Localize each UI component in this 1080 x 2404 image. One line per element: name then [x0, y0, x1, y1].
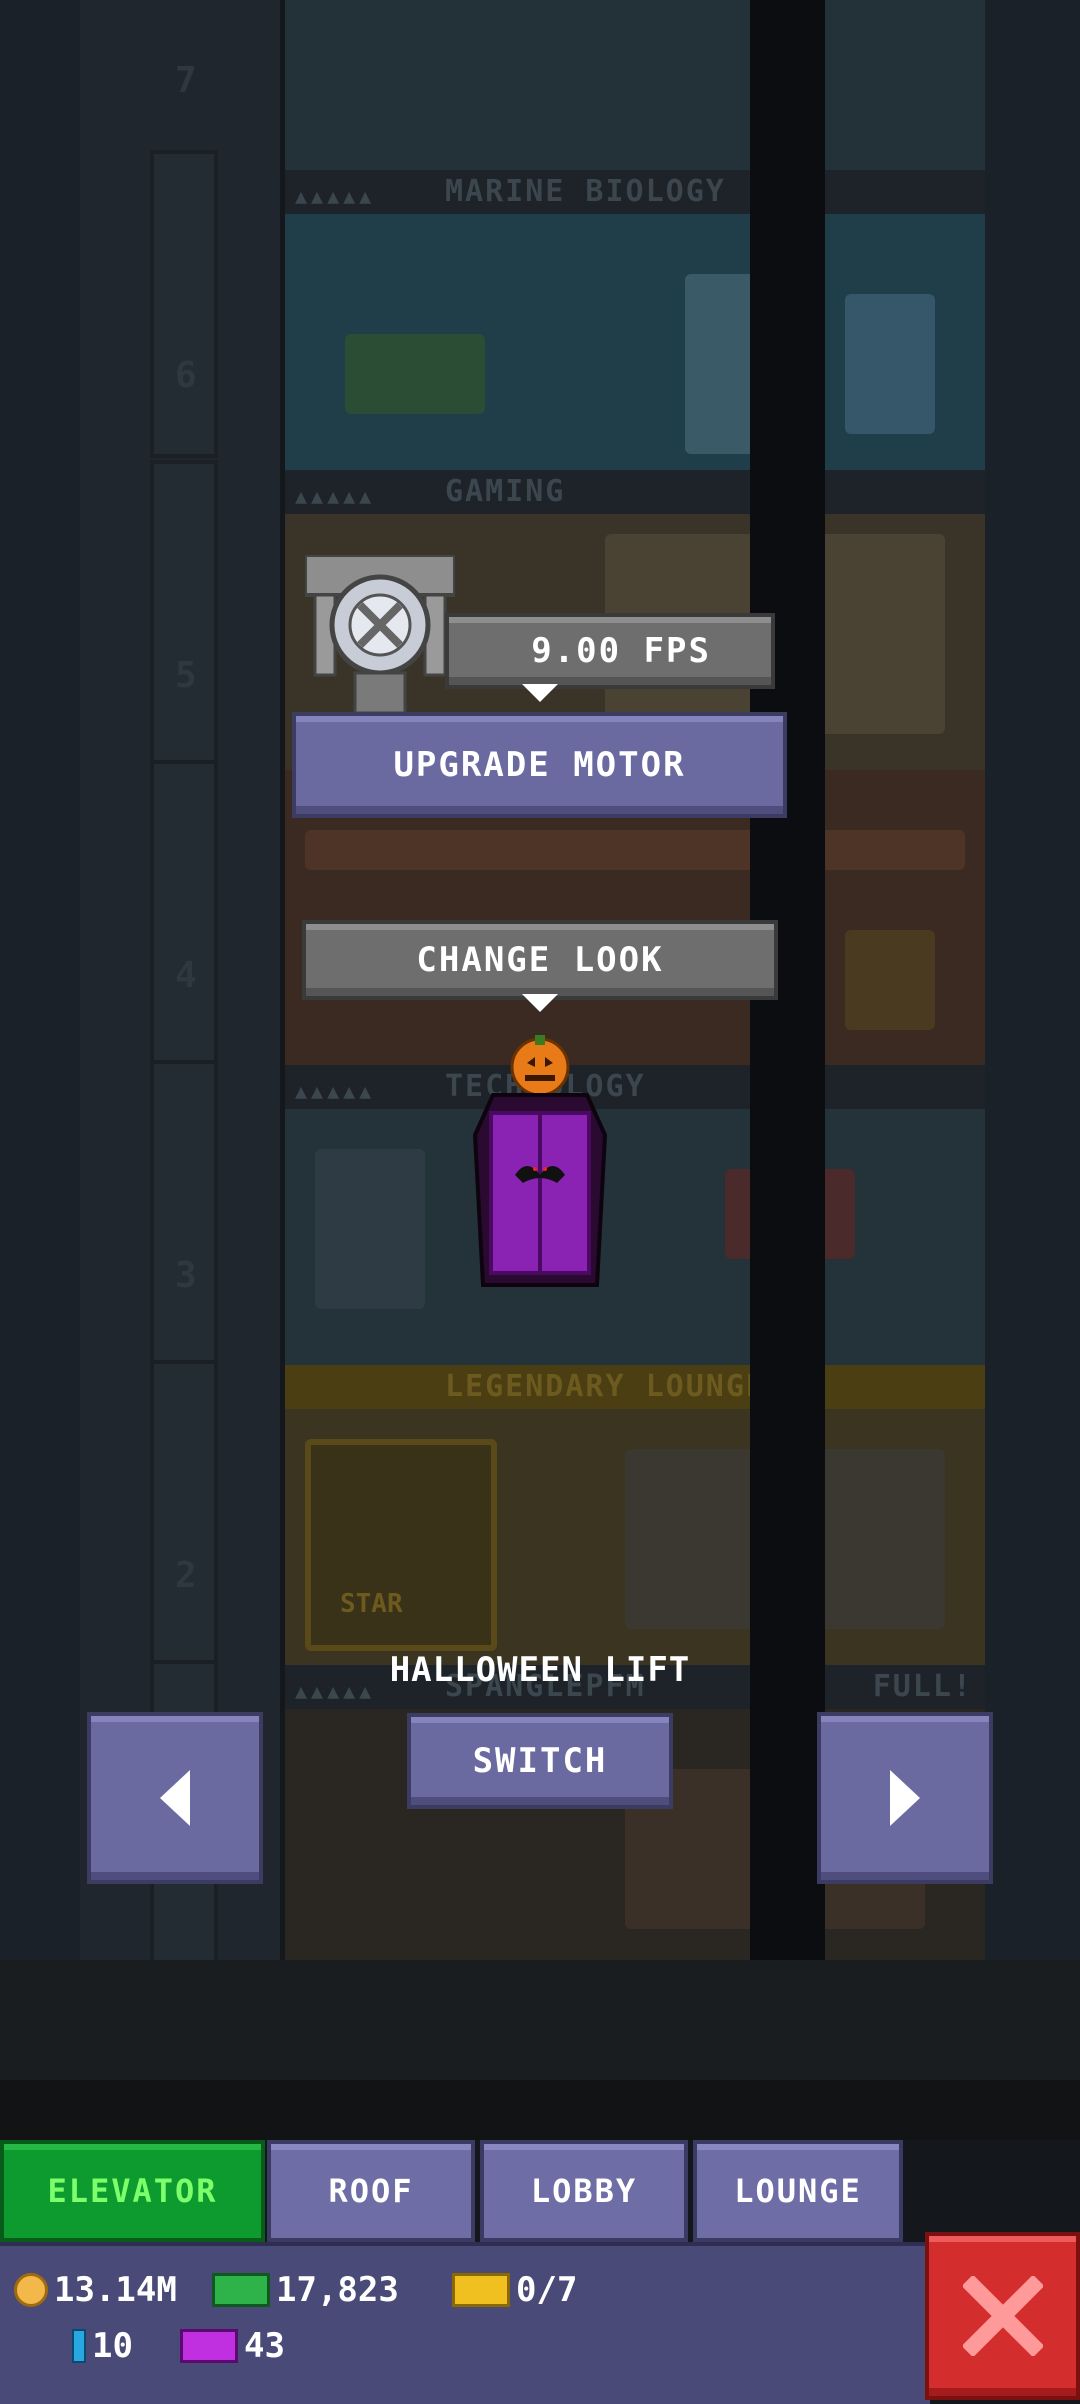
switch-label: SWITCH — [472, 1741, 608, 1781]
floor-number: 6 — [175, 355, 197, 396]
upgrade-motor-label: UPGRADE MOTOR — [393, 745, 686, 785]
close-x-icon — [962, 2276, 1043, 2356]
floor-number: 7 — [175, 60, 197, 101]
tickets-value: 0/7 — [516, 2270, 578, 2310]
floor-number: 4 — [175, 955, 197, 996]
floor-label: LEGENDARY LOUNGE — [285, 1365, 985, 1409]
tab-lounge[interactable]: LOUNGE — [693, 2140, 903, 2242]
floor-number: 2 — [175, 1555, 197, 1596]
change-look-label: CHANGE LOOK — [416, 940, 664, 980]
tab-label: LOUNGE — [734, 2172, 862, 2210]
tickets-stat: 0/7 — [452, 2270, 577, 2310]
bux-value: 17,823 — [276, 2270, 399, 2310]
floor-number: 3 — [175, 1255, 197, 1296]
bux-icon — [212, 2273, 270, 2307]
floor-number: 5 — [175, 655, 197, 696]
motor-speed-value: 9.00 FPS — [531, 631, 711, 671]
tab-lobby[interactable]: LOBBY — [480, 2140, 688, 2242]
vip-value: 43 — [244, 2326, 285, 2366]
coins-value: 13.14M — [54, 2270, 177, 2310]
bux-stat: 17,823 — [212, 2270, 399, 2310]
arrow-left-icon — [160, 1770, 190, 1826]
prev-lift-button[interactable] — [87, 1712, 263, 1884]
coins-stat: 13.14M — [14, 2270, 177, 2310]
vip-stat: 43 — [180, 2326, 285, 2366]
floor-label: MARINE BIOLOGY — [285, 170, 985, 214]
chevron-down-icon — [522, 994, 558, 1012]
keys-stat: 10 — [72, 2326, 133, 2366]
halloween-lift-car[interactable] — [465, 1035, 615, 1295]
motor-fan-icon — [303, 553, 457, 715]
tab-label: ELEVATOR — [47, 2172, 218, 2210]
floor-marine-biology[interactable]: MARINE BIOLOGY ▲▲▲▲▲ — [285, 170, 985, 484]
coin-icon — [14, 2273, 48, 2307]
tab-label: LOBBY — [530, 2172, 638, 2210]
left-building: 7 6 5 4 3 2 — [80, 0, 290, 1968]
floor-technology[interactable]: TECHNOLOGY ▲▲▲▲▲ — [285, 1065, 985, 1379]
star-sign: STAR — [340, 1589, 403, 1619]
keys-value: 10 — [92, 2326, 133, 2366]
change-look-button[interactable]: CHANGE LOOK — [302, 920, 778, 1000]
ground — [0, 1960, 1080, 2080]
key-icon — [72, 2329, 86, 2363]
currency-panel: 13.14M 17,823 0/7 10 43 — [0, 2242, 930, 2404]
floor-label: GAMING — [285, 470, 985, 514]
golden-ticket-icon — [452, 2273, 510, 2307]
tab-label: ROOF — [328, 2172, 414, 2210]
tab-elevator[interactable]: ELEVATOR — [0, 2140, 265, 2242]
motor-speed-display: 9.00 FPS — [445, 613, 775, 689]
arrow-right-icon — [890, 1770, 920, 1826]
chevron-down-icon — [522, 684, 558, 702]
upgrade-motor-button[interactable]: UPGRADE MOTOR — [292, 712, 787, 818]
floor-label: TECHNOLOGY — [285, 1065, 985, 1109]
close-button[interactable] — [925, 2232, 1080, 2400]
next-lift-button[interactable] — [817, 1712, 993, 1884]
vip-ticket-icon — [180, 2329, 238, 2363]
floor-full-badge: FULL! — [872, 1669, 973, 1704]
lift-name: HALLOWEEN LIFT — [389, 1650, 691, 1690]
switch-button[interactable]: SWITCH — [407, 1713, 673, 1809]
floor-top — [285, 0, 985, 184]
tab-roof[interactable]: ROOF — [267, 2140, 475, 2242]
floor-legendary-lounge[interactable]: LEGENDARY LOUNGE STAR — [285, 1365, 985, 1679]
